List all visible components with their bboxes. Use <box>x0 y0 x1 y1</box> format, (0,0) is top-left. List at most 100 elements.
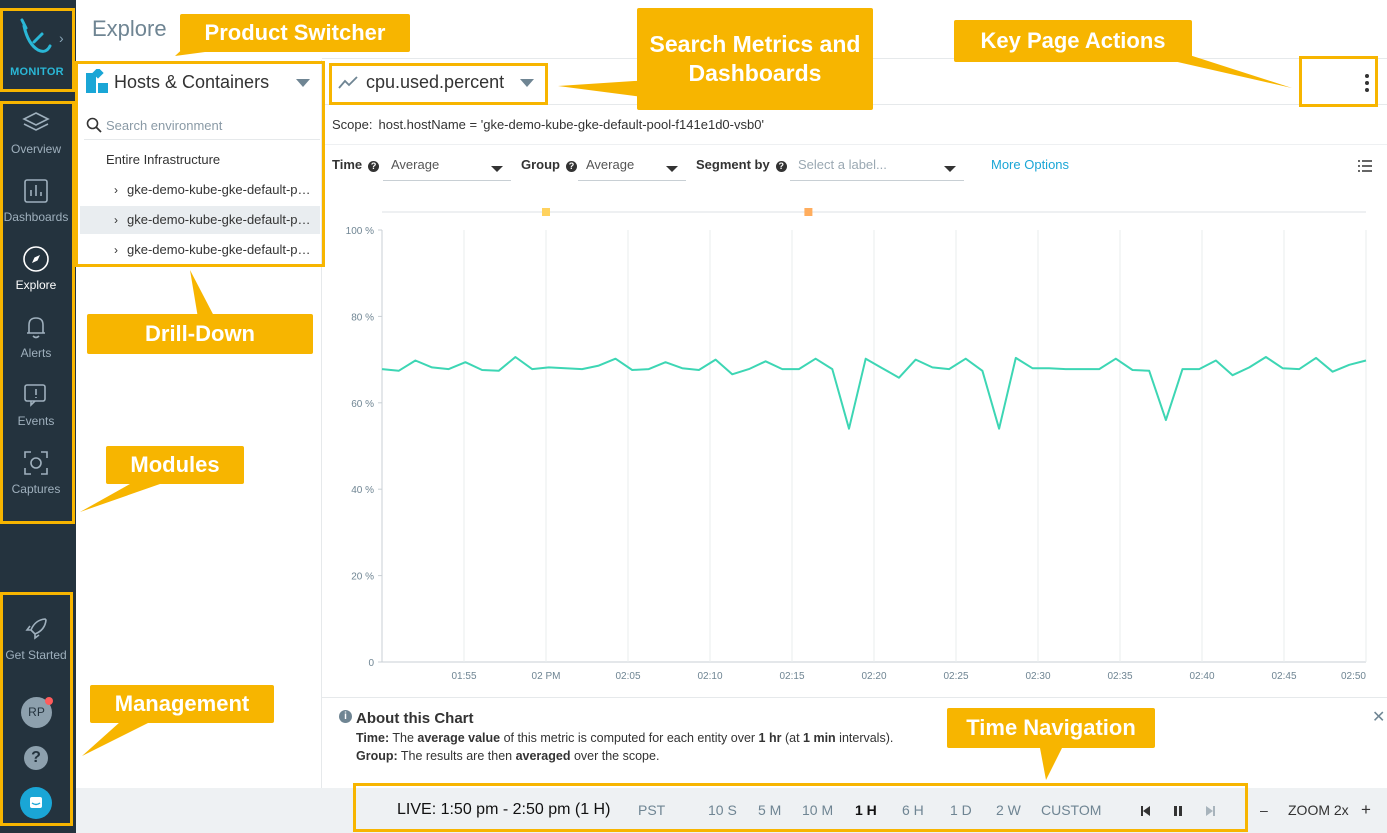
tree-item-label: Entire Infrastructure <box>106 152 221 167</box>
monitor-logo-icon <box>20 18 52 53</box>
nav-overview-label: Overview <box>10 142 61 156</box>
avatar[interactable]: RP <box>21 697 53 728</box>
x-tick-label: 02:45 <box>1271 671 1296 682</box>
chevron-right-icon[interactable]: › <box>114 206 118 234</box>
about-text: The results are then <box>400 749 516 763</box>
bell-icon <box>27 317 45 339</box>
more-options-link[interactable]: More Options <box>991 157 1069 172</box>
chat-bubble-icon <box>30 797 42 808</box>
nav-events[interactable]: Events <box>0 380 72 428</box>
time-label: Time <box>332 157 363 172</box>
callout-search-metrics: Search Metrics and Dashboards <box>637 8 873 110</box>
search-environment[interactable] <box>84 110 320 140</box>
list-icon[interactable] <box>1358 160 1372 172</box>
metric-selector[interactable]: cpu.used.percent <box>332 66 544 100</box>
product-switcher[interactable]: Hosts & Containers <box>84 66 320 100</box>
nav-dashboards-label: Dashboards <box>3 210 69 224</box>
y-tick-label: 40 % <box>351 485 374 496</box>
skip-forward-icon[interactable] <box>1204 805 1216 817</box>
caret-down-icon <box>520 79 534 87</box>
about-time-label: Time: <box>356 731 390 745</box>
x-tick-label: 02:35 <box>1107 671 1132 682</box>
zoom-in-button[interactable]: + <box>1361 800 1371 820</box>
caret-down-icon <box>296 79 310 87</box>
y-tick-label: 0 <box>368 658 374 669</box>
zoom-out-button[interactable]: – <box>1260 802 1268 818</box>
x-tick-label: 02:50 <box>1341 671 1366 682</box>
help-icon[interactable]: ? <box>566 161 577 172</box>
range-10m[interactable]: 10 M <box>802 802 833 818</box>
callout-drill-down: Drill-Down <box>87 314 313 354</box>
close-icon[interactable]: ✕ <box>1372 707 1385 727</box>
live-time-range[interactable]: LIVE: 1:50 pm - 2:50 pm (1 H) <box>397 801 610 819</box>
product-logo[interactable]: › MONITOR <box>0 0 76 90</box>
tree-item-selected[interactable]: › gke-demo-kube-gke-default-po... <box>80 206 320 234</box>
segment-label: Segment by <box>696 157 770 172</box>
product-switcher-label: Hosts & Containers <box>114 72 270 92</box>
x-tick-label: 02:15 <box>779 671 804 682</box>
layers-icon <box>22 112 50 131</box>
line-chart-icon <box>338 76 358 89</box>
nav-events-label: Events <box>17 414 55 428</box>
range-10s[interactable]: 10 S <box>708 802 737 818</box>
about-divider <box>322 697 1387 698</box>
group-aggregation-value: Average <box>586 157 635 172</box>
nav-get-started[interactable]: Get Started <box>0 614 72 662</box>
help-icon[interactable]: ? <box>775 161 787 172</box>
callout-time-navigation: Time Navigation <box>947 708 1155 748</box>
tree-item[interactable]: › gke-demo-kube-gke-default-po... <box>80 176 320 204</box>
about-text: over the scope. <box>570 749 660 763</box>
nav-overview[interactable]: Overview <box>0 108 72 156</box>
hosts-containers-icon <box>86 69 108 93</box>
help-icon[interactable]: ? <box>24 746 48 770</box>
help-icon[interactable]: ? <box>368 161 380 172</box>
cpu-line-chart[interactable]: 0 20 % 40 % 60 % 80 % 100 % 01:55 02 PM 02:05 02:… <box>322 195 1387 690</box>
range-1h[interactable]: 1 H <box>855 802 877 818</box>
segment-by-select[interactable]: Select a label... <box>790 150 964 181</box>
group-aggregation-select[interactable]: Average <box>578 150 686 181</box>
tree-item-entire-infrastructure[interactable]: Entire Infrastructure <box>80 146 320 174</box>
tree-item-label: gke-demo-kube-gke-default-po... <box>127 182 312 197</box>
timezone[interactable]: PST <box>638 802 665 818</box>
about-bold: average value <box>417 731 501 745</box>
event-marker <box>542 208 550 216</box>
skip-back-icon[interactable] <box>1140 805 1152 817</box>
range-2w[interactable]: 2 W <box>996 802 1021 818</box>
chevron-right-icon[interactable]: › <box>114 236 118 264</box>
dashboard-icon <box>24 179 48 203</box>
more-actions-icon[interactable] <box>1360 72 1374 94</box>
nav-dashboards[interactable]: Dashboards <box>0 176 72 224</box>
event-marker <box>804 208 813 216</box>
compass-icon <box>23 246 49 272</box>
range-6h[interactable]: 6 H <box>902 802 924 818</box>
search-icon <box>86 117 102 133</box>
nav-captures[interactable]: Captures <box>0 448 72 496</box>
x-tick-label: 02:30 <box>1025 671 1050 682</box>
chevron-right-icon: › <box>59 30 64 46</box>
nav-explore[interactable]: Explore <box>0 244 72 292</box>
nav-captures-label: Captures <box>11 482 61 496</box>
tree-item[interactable]: › gke-demo-kube-gke-default-po... <box>80 236 320 264</box>
x-tick-label: 02:05 <box>615 671 640 682</box>
about-text: The <box>392 731 418 745</box>
about-group-line: Group: The results are then averaged ove… <box>356 749 659 763</box>
notification-dot <box>45 697 53 705</box>
tree-item-label: gke-demo-kube-gke-default-po... <box>127 242 312 257</box>
pause-icon[interactable] <box>1172 805 1184 817</box>
about-title: About this Chart <box>356 710 474 727</box>
nav-alerts-label: Alerts <box>20 346 52 360</box>
group-label: Group <box>521 157 560 172</box>
chevron-right-icon[interactable]: › <box>114 176 118 204</box>
nav-alerts[interactable]: Alerts <box>0 312 72 360</box>
time-aggregation-select[interactable]: Average <box>383 150 511 181</box>
about-text: intervals). <box>835 731 894 745</box>
range-1d[interactable]: 1 D <box>950 802 972 818</box>
rocket-icon <box>25 618 47 640</box>
brand-label: MONITOR <box>10 66 64 78</box>
range-5m[interactable]: 5 M <box>758 802 781 818</box>
capture-icon <box>24 451 48 475</box>
range-custom[interactable]: CUSTOM <box>1041 802 1101 818</box>
y-tick-label: 60 % <box>351 399 374 410</box>
chat-icon[interactable] <box>20 787 52 819</box>
search-environment-input[interactable] <box>106 114 306 136</box>
